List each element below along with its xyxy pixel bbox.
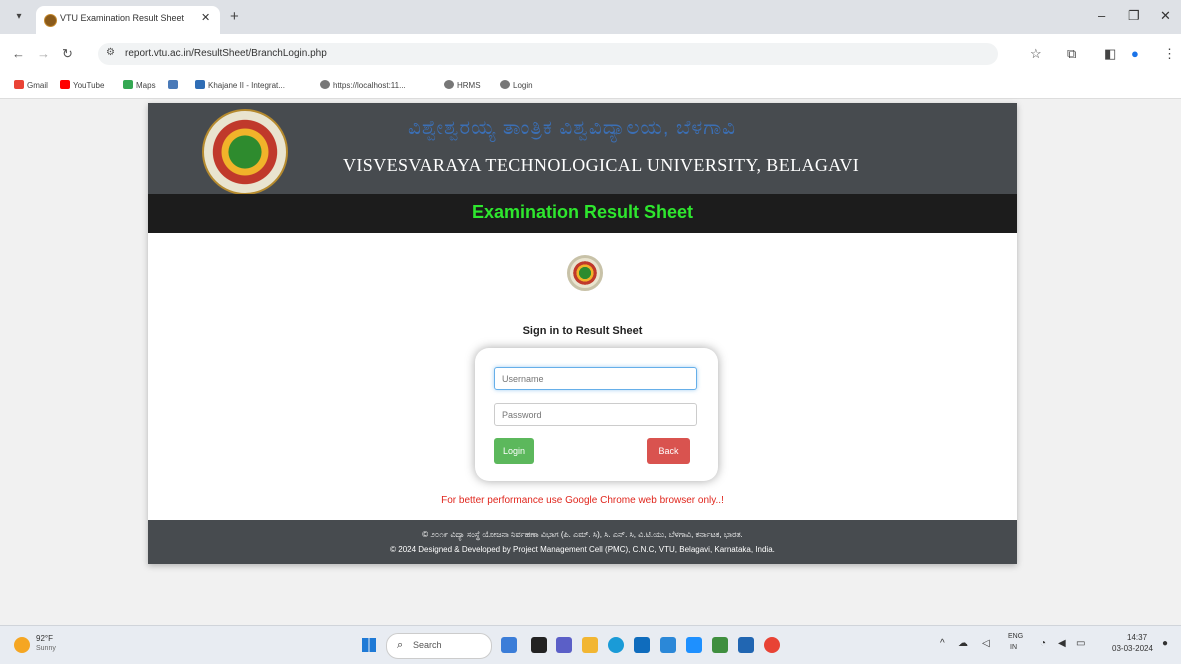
notification-bell-icon[interactable]: ● xyxy=(1162,638,1168,649)
task-view-icon[interactable] xyxy=(531,637,547,653)
menu-icon[interactable]: ⋮ xyxy=(1163,46,1176,62)
globe-icon xyxy=(444,80,454,89)
globe-icon xyxy=(320,80,330,89)
tab-title: VTU Examination Result Sheet xyxy=(60,13,185,23)
minimize-icon[interactable]: – xyxy=(1098,8,1105,23)
chat-icon[interactable] xyxy=(556,637,572,653)
bookmark-khajane[interactable]: Khajane II - Integrat... xyxy=(195,80,285,90)
username-input[interactable] xyxy=(494,367,697,390)
profile-icon[interactable]: ● xyxy=(1131,46,1139,61)
side-panel-icon[interactable]: ◧ xyxy=(1104,46,1116,62)
chrome-icon[interactable] xyxy=(764,637,780,653)
vtu-logo-small xyxy=(567,255,603,291)
page-title: Examination Result Sheet xyxy=(471,202,694,222)
clock-time[interactable]: 14:37 xyxy=(1127,633,1147,642)
language-indicator[interactable]: ENG xyxy=(1008,633,1023,640)
file-explorer-icon[interactable] xyxy=(582,637,598,653)
tab-close-icon[interactable]: ✕ xyxy=(201,11,210,24)
search-icon: ⌕ xyxy=(397,639,404,651)
taskbar-search-label: Search xyxy=(413,640,442,650)
url-text[interactable]: report.vtu.ac.in/ResultSheet/BranchLogin… xyxy=(125,48,327,59)
wifi-icon[interactable]: ◔ xyxy=(1040,638,1046,649)
outlook-icon[interactable] xyxy=(738,637,754,653)
bookmark-gmail[interactable]: Gmail xyxy=(14,80,48,90)
mail-icon[interactable] xyxy=(660,637,676,653)
footer-kannada: © ೨೦೧೯ ವಿದ್ಯಾ ಸಂಸ್ಥೆ ಯೋಜನಾ ನಿರ್ವಹಣಾ ವಿಭಾ… xyxy=(422,530,743,539)
restore-icon[interactable]: ❐ xyxy=(1128,8,1140,24)
password-input[interactable] xyxy=(494,403,697,426)
apps-icon xyxy=(168,80,178,89)
gmail-icon xyxy=(14,80,24,89)
footer-credits: © 2024 Designed & Developed by Project M… xyxy=(390,545,775,554)
browser-tab[interactable]: VTU Examination Result Sheet ✕ xyxy=(36,6,220,34)
start-icon[interactable] xyxy=(362,638,376,652)
result-sheet-page: ವಿಶ್ವೇಶ್ವರಯ್ಯ ತಾಂತ್ರಿಕ ವಿಶ್ವವಿದ್ಯಾಲಯ, ಬೆ… xyxy=(148,103,1017,564)
close-window-icon[interactable]: ✕ xyxy=(1160,8,1171,24)
pen-icon[interactable]: ◁ xyxy=(982,638,990,649)
site-info-icon[interactable]: ⚙ xyxy=(106,47,115,58)
tab-search-icon[interactable]: ▾ xyxy=(10,8,28,26)
volume-icon[interactable]: ◀ xyxy=(1058,638,1066,649)
paint-icon[interactable] xyxy=(686,637,702,653)
globe-icon xyxy=(500,80,510,89)
taskbar: 92°F Sunny ⌕ Search ^ ☁ ◁ ENG IN ◔ ◀ ▭ 1… xyxy=(0,625,1181,664)
bookmark-star-icon[interactable]: ☆ xyxy=(1030,46,1042,62)
language-region[interactable]: IN xyxy=(1010,644,1017,651)
page-footer: © ೨೦೧೯ ವಿದ್ಯಾ ಸಂಸ್ಥೆ ಯೋಜನಾ ನಿರ್ವಹಣಾ ವಿಭಾ… xyxy=(148,520,1017,564)
new-tab-button[interactable]: + xyxy=(230,8,239,25)
store-icon[interactable] xyxy=(634,637,650,653)
bookmark-maps[interactable]: Maps xyxy=(123,80,156,90)
address-bar[interactable]: ⚙ report.vtu.ac.in/ResultSheet/BranchLog… xyxy=(98,43,998,65)
kannada-university-name: ವಿಶ್ವೇಶ್ವರಯ್ಯ ತಾಂತ್ರಿಕ ವಿಶ್ವವಿದ್ಯಾಲಯ, ಬೆ… xyxy=(408,117,737,139)
back-button[interactable]: Back xyxy=(647,438,690,464)
browser-toolbar: ← → ↻ ⚙ report.vtu.ac.in/ResultSheet/Bra… xyxy=(0,34,1181,74)
university-header: ವಿಶ್ವೇಶ್ವರಯ್ಯ ತಾಂತ್ರಿಕ ವಿಶ್ವವಿದ್ಯಾಲಯ, ಬೆ… xyxy=(148,103,1017,195)
cloud-icon[interactable]: ☁ xyxy=(958,638,968,649)
forward-arrow-icon[interactable]: → xyxy=(37,46,50,61)
bookmark-login[interactable]: Login xyxy=(500,80,533,90)
back-arrow-icon[interactable]: ← xyxy=(12,46,25,61)
extensions-icon[interactable]: ⧉ xyxy=(1067,46,1076,62)
reload-icon[interactable]: ↻ xyxy=(62,46,73,62)
taskbar-search[interactable]: ⌕ Search xyxy=(386,633,492,659)
khajane-icon xyxy=(195,80,205,89)
login-card: Login Back xyxy=(475,348,718,481)
maps-icon xyxy=(123,80,133,89)
edge-icon[interactable] xyxy=(608,637,624,653)
bookmark-localhost[interactable]: https://localhost:11... xyxy=(320,80,406,90)
weather-temperature[interactable]: 92°F xyxy=(36,634,53,643)
browser-notice: For better performance use Google Chrome… xyxy=(441,495,724,506)
login-button[interactable]: Login xyxy=(494,438,534,464)
signin-heading: Sign in to Result Sheet xyxy=(522,325,643,337)
tab-favicon-icon xyxy=(44,14,57,27)
bookmark-youtube[interactable]: YouTube xyxy=(60,80,104,90)
weather-condition[interactable]: Sunny xyxy=(36,645,56,652)
clock-date[interactable]: 03-03-2024 xyxy=(1112,644,1153,653)
bookmark-hrms[interactable]: HRMS xyxy=(444,80,481,90)
widgets-icon[interactable] xyxy=(501,637,517,653)
youtube-icon xyxy=(60,80,70,89)
bookmark-apps[interactable] xyxy=(168,80,181,90)
university-name: VISVESVARAYA TECHNOLOGICAL UNIVERSITY, B… xyxy=(343,155,860,175)
battery-icon[interactable]: ▭ xyxy=(1076,638,1085,649)
sun-icon[interactable] xyxy=(14,637,30,653)
app-icon[interactable] xyxy=(712,637,728,653)
chevron-up-icon[interactable]: ^ xyxy=(940,638,945,649)
tab-strip: ▾ VTU Examination Result Sheet ✕ + – ❐ ✕ xyxy=(0,0,1181,34)
bookmarks-bar: Gmail YouTube Maps Khajane II - Integrat… xyxy=(0,74,1181,99)
result-title-bar: Examination Result Sheet xyxy=(148,194,1017,233)
vtu-logo xyxy=(202,109,288,195)
